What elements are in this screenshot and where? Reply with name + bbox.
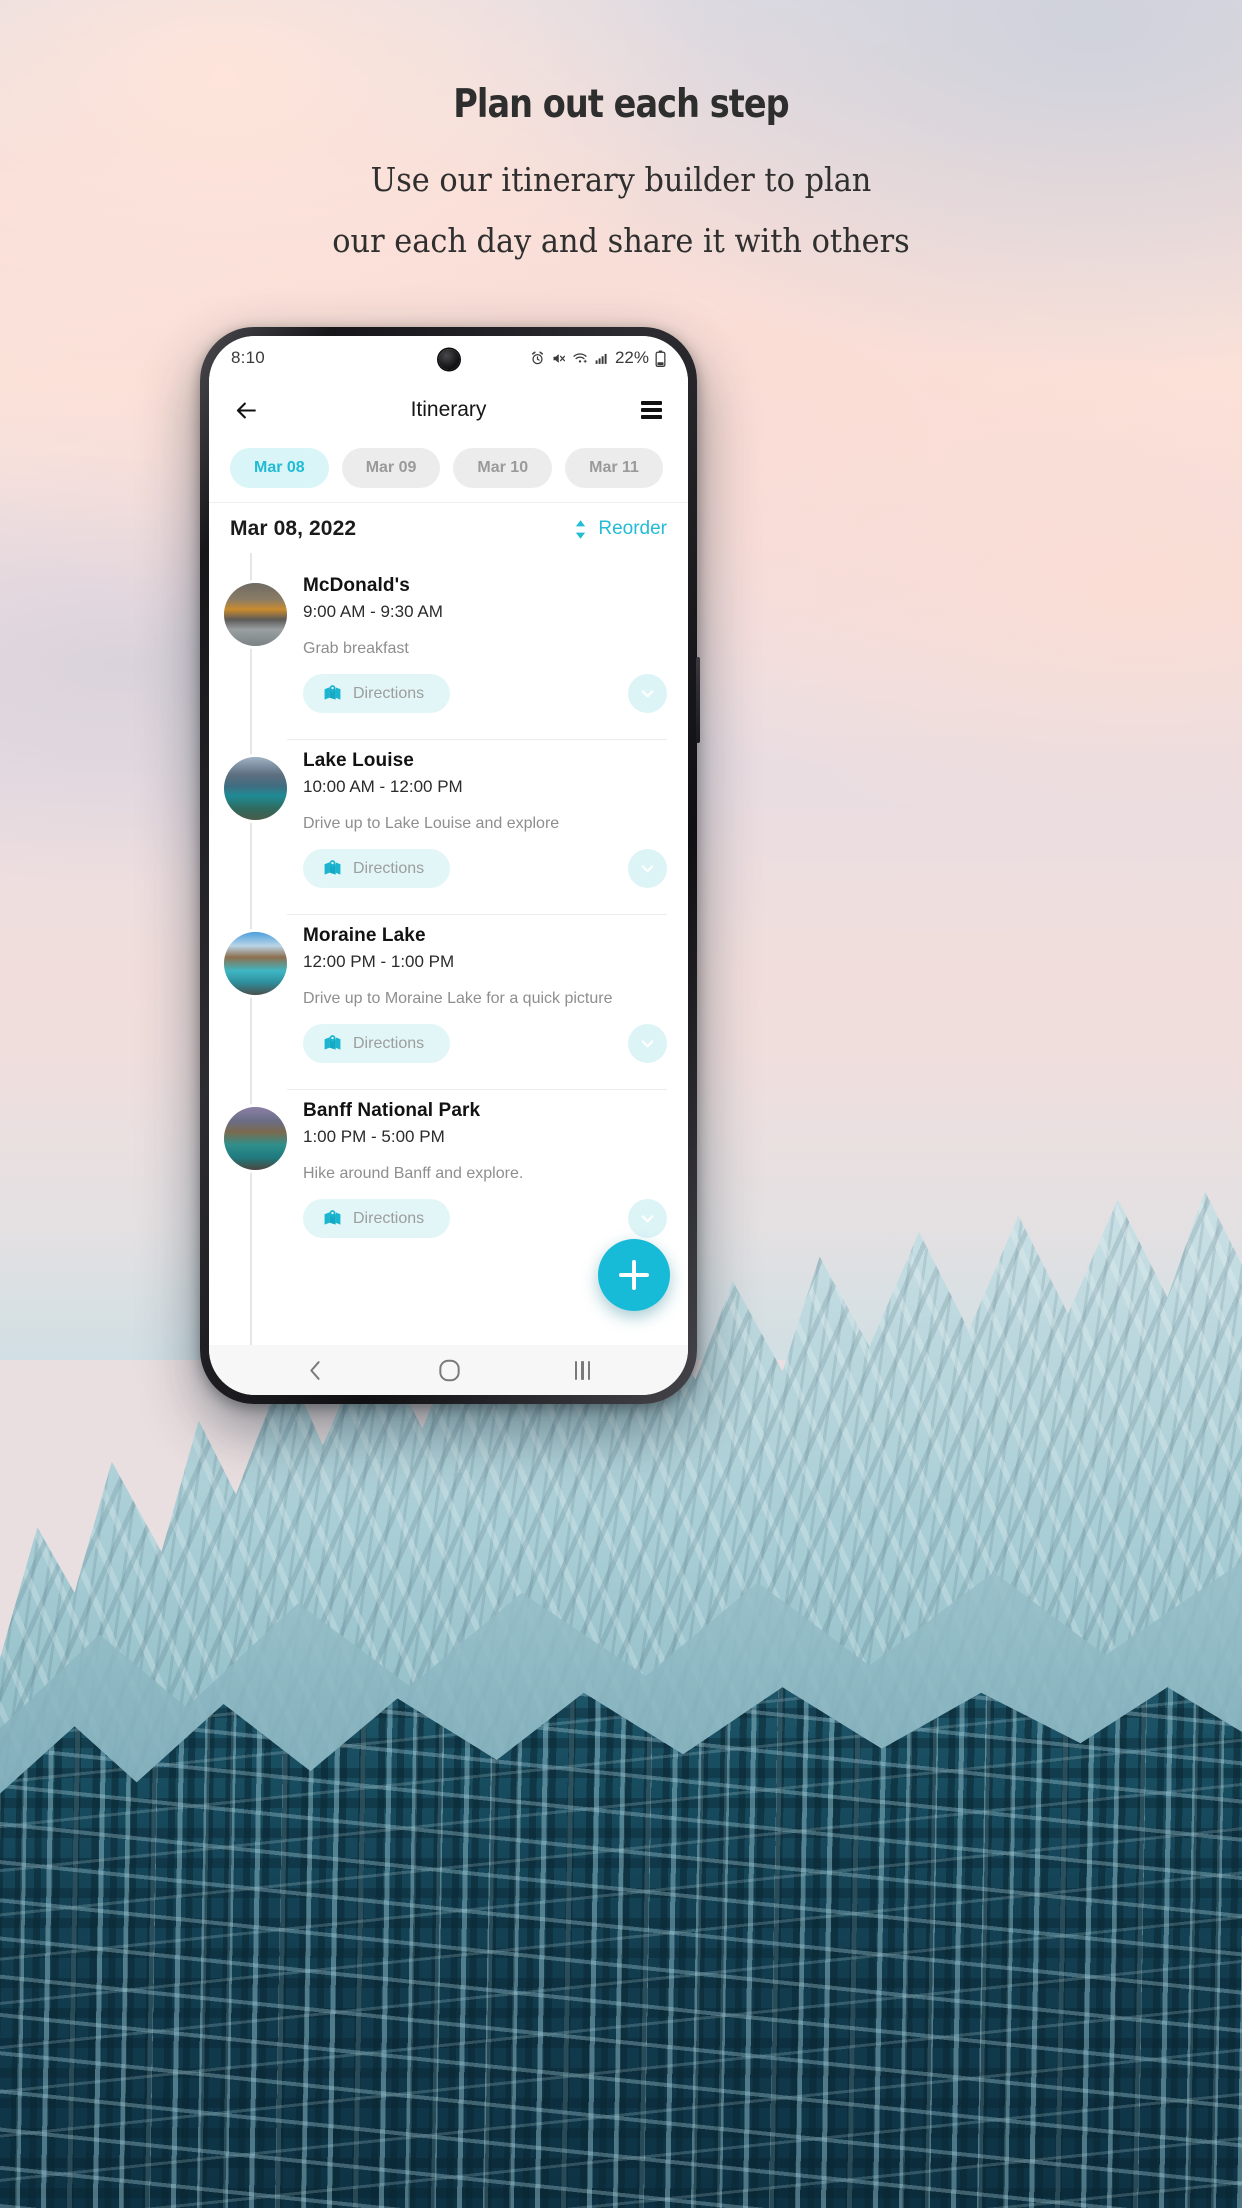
item-actions: Directions [303,674,667,727]
date-chip-mar-10[interactable]: Mar 10 [453,448,553,488]
directions-label: Directions [353,1034,425,1052]
directions-button[interactable]: Directions [303,1024,451,1063]
chevron-down-icon [641,1040,654,1048]
front-camera-punchhole [438,349,459,370]
place-description: Hike around Banff and explore. [303,1165,524,1182]
status-icons: 22% [530,348,666,368]
itinerary-list[interactable]: McDonald's 9:00 AM - 9:30 AM Grab breakf… [209,553,688,1345]
expand-button[interactable] [628,849,667,888]
item-actions: Directions [303,1024,667,1077]
place-time: 9:00 AM - 9:30 AM [303,602,443,621]
place-description: Grab breakfast [303,640,409,657]
date-chip-mar-08[interactable]: Mar 08 [230,448,329,488]
page-headline: Plan out each step [453,82,789,127]
alarm-icon [531,351,543,364]
signal-icon [595,353,607,364]
item-actions: Directions [303,1199,667,1252]
date-chip-mar-11[interactable]: Mar 11 [565,448,663,488]
expand-button[interactable] [628,1024,667,1063]
android-nav-bar [209,1345,688,1395]
place-time: 12:00 PM - 1:00 PM [303,952,455,971]
directions-label: Directions [353,859,425,877]
app-header: Itinerary [209,380,688,440]
mute-icon [553,353,565,363]
directions-label: Directions [353,1209,425,1227]
add-activity-fab[interactable] [598,1239,670,1311]
item-body: McDonald's 9:00 AM - 9:30 AM Grab breakf… [287,565,667,727]
chevron-down-icon [641,865,654,873]
map-pin-icon [324,685,341,700]
itinerary-item[interactable]: Banff National Park 1:00 PM - 5:00 PM Hi… [209,1077,688,1252]
directions-button[interactable]: Directions [303,849,451,888]
place-thumbnail [224,757,287,820]
place-time: 1:00 PM - 5:00 PM [303,1127,445,1146]
expand-button[interactable] [628,1199,667,1238]
hamburger-menu-icon [640,398,662,423]
place-time: 10:00 AM - 12:00 PM [303,777,463,796]
itinerary-item[interactable]: McDonald's 9:00 AM - 9:30 AM Grab breakf… [209,553,688,727]
itinerary-item[interactable]: Moraine Lake 12:00 PM - 1:00 PM Drive up… [209,902,688,1077]
battery-icon [655,350,666,367]
marketing-copy: Plan out each step Use our itinerary bui… [0,82,1242,271]
back-button[interactable] [229,393,263,427]
wifi-icon [573,352,587,363]
directions-button[interactable]: Directions [303,1199,451,1238]
nav-home-icon [438,1359,460,1381]
map-pin-icon [324,860,341,875]
status-time: 8:10 [231,348,265,367]
chevron-down-icon [641,690,654,698]
place-name: Banff National Park [303,1100,481,1121]
place-description: Drive up to Lake Louise and explore [303,815,560,832]
place-thumbnail [224,583,287,646]
date-chip-scroller[interactable]: Mar 08 Mar 09 Mar 10 Mar 11 [209,440,688,502]
page-subtitle: Use our itinerary builder to plan our ea… [50,149,1193,271]
map-pin-icon [324,1035,341,1050]
item-body: Moraine Lake 12:00 PM - 1:00 PM Drive up… [287,914,667,1077]
up-down-arrows-icon [576,519,586,539]
directions-label: Directions [353,684,425,702]
subtitle-line-1: Use our itinerary builder to plan [370,160,872,199]
map-pin-icon [324,1210,341,1225]
nav-back-icon [309,1360,320,1380]
date-chip-mar-09[interactable]: Mar 09 [341,448,441,488]
subtitle-line-2: our each day and share it with others [332,221,910,261]
nav-home-button[interactable] [438,1358,460,1383]
selected-date-row: Mar 08, 2022 Reorder [209,502,688,553]
item-body: Lake Louise 10:00 AM - 12:00 PM Drive up… [287,739,667,902]
item-actions: Directions [303,849,667,902]
selected-date-label: Mar 08, 2022 [230,517,357,540]
place-name: Moraine Lake [303,925,426,946]
place-name: Lake Louise [303,750,414,771]
phone-mockup: 8:10 22% Itinerary Mar 08 Mar 09 Mar 10 … [200,327,700,1404]
directions-button[interactable]: Directions [303,674,451,713]
menu-button[interactable] [634,393,668,427]
nav-back-button[interactable] [307,1358,324,1383]
phone-screen: 8:10 22% Itinerary Mar 08 Mar 09 Mar 10 … [209,336,688,1395]
itinerary-item[interactable]: Lake Louise 10:00 AM - 12:00 PM Drive up… [209,727,688,902]
item-body: Banff National Park 1:00 PM - 5:00 PM Hi… [287,1089,667,1252]
chevron-down-icon [641,1215,654,1223]
page-title: Itinerary [410,398,487,421]
arrow-left-icon [236,402,256,418]
place-thumbnail [224,1107,287,1170]
battery-percent: 22% [614,348,649,367]
place-thumbnail [224,932,287,995]
nav-recents-icon [574,1360,591,1380]
expand-button[interactable] [628,674,667,713]
place-name: McDonald's [303,575,410,596]
reorder-label: Reorder [598,518,667,539]
status-bar: 8:10 22% [209,336,688,380]
nav-recents-button[interactable] [574,1360,591,1380]
place-description: Drive up to Moraine Lake for a quick pic… [303,990,613,1007]
reorder-button[interactable]: Reorder [572,518,667,540]
